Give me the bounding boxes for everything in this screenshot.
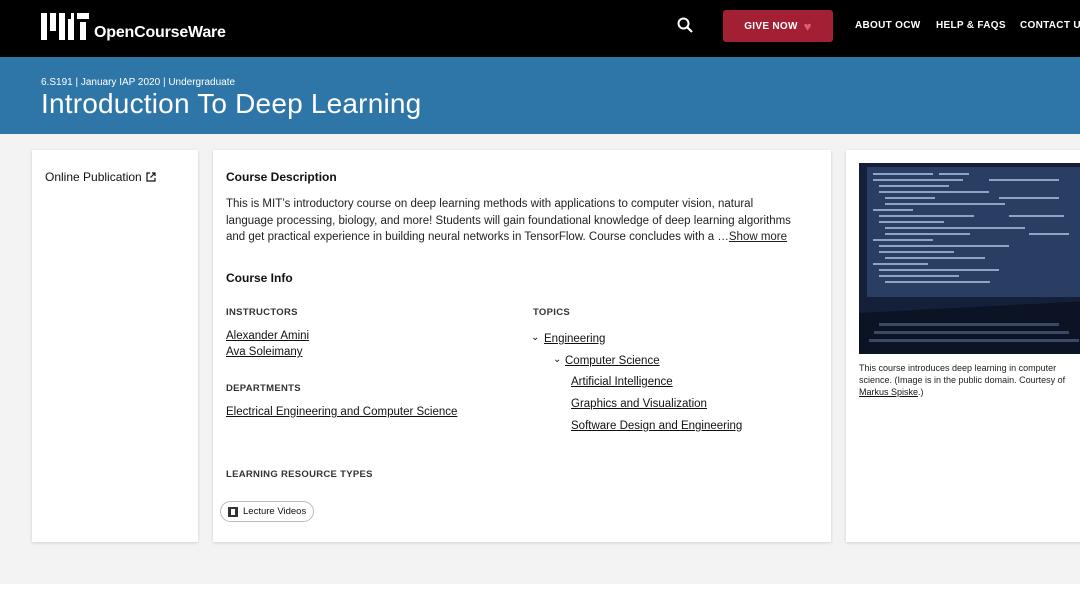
resource-types-label: LEARNING RESOURCE TYPES	[226, 469, 373, 480]
topics-label: TOPICS	[533, 307, 570, 318]
give-now-label: GIVE NOW	[744, 20, 798, 32]
online-publication-link[interactable]: Online Publication	[45, 170, 156, 184]
heart-icon: ♥	[803, 18, 812, 34]
instructor-link[interactable]: Alexander Amini	[226, 330, 309, 342]
course-description-heading: Course Description	[226, 170, 337, 184]
mit-ocw-logo[interactable]: OpenCourseWare	[41, 13, 226, 41]
laptop-code-illustration	[859, 163, 1080, 354]
external-link-icon	[146, 172, 156, 182]
course-title: Introduction To Deep Learning	[41, 88, 422, 119]
nav-help-faqs[interactable]: HELP & FAQS	[936, 20, 1006, 31]
topic-computer-science[interactable]: Computer Science	[565, 355, 660, 367]
resource-type-chip[interactable]: Lecture Videos	[220, 501, 315, 522]
instructors-label: INSTRUCTORS	[226, 307, 298, 318]
topic-subitem[interactable]: Artificial Intelligence	[571, 376, 673, 388]
logo-text: OpenCourseWare	[94, 24, 226, 41]
nav-about-ocw[interactable]: ABOUT OCW	[855, 20, 920, 31]
course-description-text: This is MIT’s introductory course on dee…	[226, 198, 791, 244]
topic-subitem[interactable]: Graphics and Visualization	[571, 398, 707, 410]
footer-band	[0, 584, 1080, 589]
search-icon[interactable]	[677, 17, 693, 33]
chevron-down-icon[interactable]: ⌄	[553, 354, 561, 365]
caption-text: This course introduces deep learning in …	[859, 363, 1066, 385]
topic-engineering[interactable]: Engineering	[544, 333, 605, 345]
course-info-heading: Course Info	[226, 271, 293, 285]
online-publication-label: Online Publication	[45, 170, 142, 184]
department-link[interactable]: Electrical Engineering and Computer Scie…	[226, 406, 457, 418]
mit-logo-icon	[41, 13, 89, 40]
caption-author-link[interactable]: Markus Spiske	[859, 387, 918, 397]
course-meta: 6.S191 | January IAP 2020 | Undergraduat…	[41, 77, 236, 88]
video-icon	[228, 506, 238, 517]
departments-label: DEPARTMENTS	[226, 383, 301, 394]
course-description: This is MIT’s introductory course on dee…	[226, 196, 801, 246]
instructor-link[interactable]: Ava Soleimany	[226, 346, 303, 358]
caption-end: .)	[918, 387, 924, 397]
give-now-button[interactable]: GIVE NOW ♥	[723, 10, 833, 42]
course-info-card: Course Description This is MIT’s introdu…	[213, 150, 831, 542]
course-image	[859, 163, 1080, 354]
chevron-down-icon[interactable]: ⌄	[531, 332, 539, 343]
show-more-link[interactable]: Show more	[729, 231, 787, 243]
course-hero-banner: 6.S191 | January IAP 2020 | Undergraduat…	[0, 57, 1080, 134]
sidebar-card: Online Publication	[32, 150, 198, 542]
resource-type-label: Lecture Videos	[243, 506, 307, 517]
nav-contact-us[interactable]: CONTACT US	[1020, 20, 1080, 31]
image-caption: This course introduces deep learning in …	[859, 362, 1080, 398]
course-image-card: This course introduces deep learning in …	[846, 150, 1080, 542]
top-navigation-bar: OpenCourseWare GIVE NOW ♥ ABOUT OCW HELP…	[0, 0, 1080, 57]
topic-subitem[interactable]: Software Design and Engineering	[571, 420, 742, 432]
